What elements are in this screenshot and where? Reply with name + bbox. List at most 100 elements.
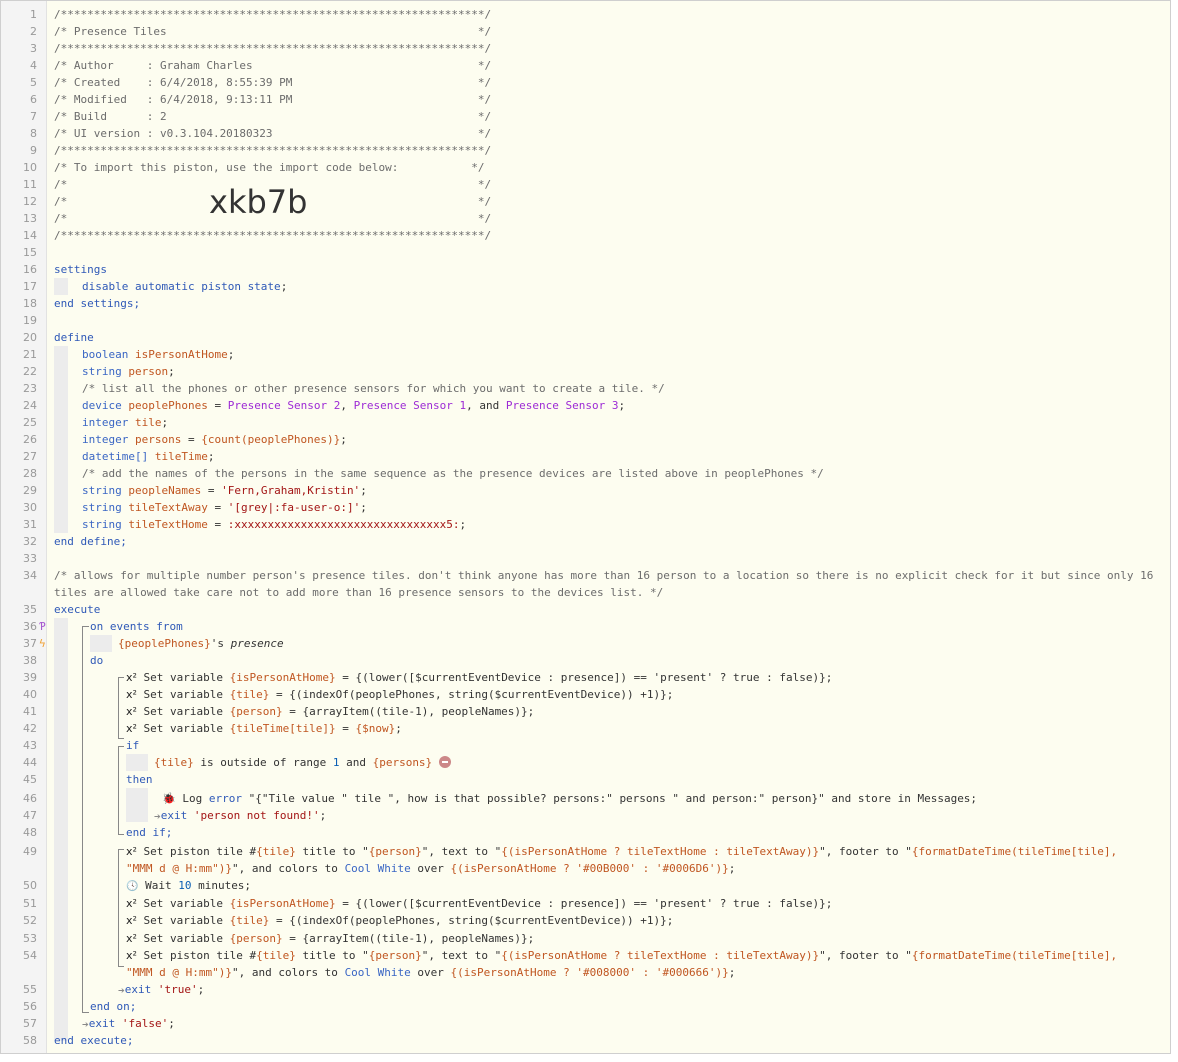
line-number: 55 [23,983,37,996]
line-number: 31 [23,518,37,531]
line-number: 49 [23,845,37,858]
line-number: 17 [23,280,37,293]
set-piston-tile-statement[interactable]: x² Set piston tile #{tile} title to "{pe… [126,947,1164,964]
import-code[interactable]: xkb7b [209,183,307,221]
line-number: 6 [30,93,37,106]
set-variable-statement[interactable]: x² Set variable {person} = {arrayItem((t… [126,930,1164,947]
line-number: 45 [23,773,37,786]
line-number: 19 [23,314,37,327]
clock-icon: 🕓 [126,881,139,892]
if-keyword[interactable]: if [126,737,1164,754]
remove-condition-icon[interactable] [438,756,451,768]
then-keyword: then [126,773,153,786]
exit-statement[interactable]: ➔exit 'true'; [118,981,1164,999]
line-number: 15 [23,246,37,259]
header-line: /* Build : 2 */ [54,110,492,123]
x2-icon: x² [126,671,137,684]
header-line: /* Modified : 6/4/2018, 9:13:11 PM */ [54,93,492,106]
line-number: 4 [30,59,37,72]
header-line: /* Created : 6/4/2018, 8:55:39 PM */ [54,76,492,89]
end-execute: end execute; [54,1034,134,1047]
line-number: 46 [23,792,37,805]
line-number: 30 [23,501,37,514]
header-line: /* To import this piston, use the import… [54,161,485,174]
line-number: 20 [23,331,37,344]
variable-declaration[interactable]: boolean isPersonAtHome; [82,346,1164,363]
end-settings: end settings; [54,297,141,310]
line-number: 36 [23,620,37,633]
trigger-condition[interactable]: {peoplePhones}'s presence [118,635,1164,652]
line-number: 35 [23,603,37,616]
set-piston-tile-statement[interactable]: x² Set piston tile #{tile} title to "{pe… [126,843,1164,860]
set-variable-statement[interactable]: x² Set variable {tile} = {(indexOf(peopl… [126,686,1164,703]
line-number: 1 [30,8,37,21]
lightning-bolt-icon: ϟ [39,637,46,650]
x2-icon: x² [126,914,137,927]
line-number: 22 [23,365,37,378]
x2-icon: x² [126,932,137,945]
line-number: 9 [30,144,37,157]
exit-arrow-icon: ➔ [154,812,161,821]
line-number: 5 [30,76,37,89]
log-statement[interactable]: 🐞 Log error "{"Tile value " tile ", how … [162,790,1164,807]
header-line: /* Author : Graham Charles */ [54,59,492,72]
line-number: 47 [23,809,37,822]
variable-declaration[interactable]: datetime[] tileTime; [82,448,1164,465]
set-variable-statement[interactable]: x² Set variable {isPersonAtHome} = {(low… [126,895,1164,912]
line-number: 32 [23,535,37,548]
if-condition[interactable]: {tile} is outside of range 1 and {person… [154,754,1164,771]
on-events-statement[interactable]: on events from [90,618,1164,635]
line-number: 33 [23,552,37,565]
header-line: /***************************************… [54,8,492,21]
execute-keyword: execute [54,603,101,616]
line-number: 41 [23,705,37,718]
line-number: 10 [23,161,37,174]
exit-arrow-icon: ➔ [82,1020,89,1029]
trigger-p-icon: Ƥ [39,620,46,633]
line-number: 51 [23,897,37,910]
line-number: 16 [23,263,37,276]
line-number: 39 [23,671,37,684]
line-number-gutter: Ƥ ϟ 1 2 3 4 5 6 7 8 9 10 11 12 13 14 15 16 17 18 19 20 21 22 2… [1,1,47,1053]
variable-declaration[interactable]: string person; [82,363,1164,380]
header-line: /***************************************… [54,42,492,55]
variable-declaration[interactable]: string peopleNames = 'Fern,Graham,Kristi… [82,482,1164,499]
line-number: 48 [23,826,37,839]
settings-line[interactable]: disable automatic piston state; [82,278,1164,295]
settings-keyword: settings [54,263,107,276]
x2-icon: x² [126,705,137,718]
line-number: 28 [23,467,37,480]
variable-declaration[interactable]: string tileTextHome = :xxxxxxxxxxxxxxxxx… [82,516,1164,533]
x2-icon: x² [126,845,137,858]
variable-declaration[interactable]: device peoplePhones = Presence Sensor 2,… [82,397,1164,414]
bug-icon: 🐞 [162,792,176,805]
variable-declaration[interactable]: integer tile; [82,414,1164,431]
line-number: 23 [23,382,37,395]
line-number: 38 [23,654,37,667]
define-keyword: define [54,331,94,344]
variable-declaration[interactable]: string tileTextAway = '[grey|:fa-user-o:… [82,499,1164,516]
line-number: 14 [23,229,37,242]
header-line: /* UI version : v0.3.104.20180323 */ [54,127,492,140]
x2-icon: x² [126,949,137,962]
wait-statement[interactable]: 🕓 Wait 10 minutes; [126,877,1164,895]
line-number: 7 [30,110,37,123]
line-number: 37 [23,637,37,650]
line-number: 58 [23,1034,37,1047]
line-number: 54 [23,949,37,962]
end-if: end if; [126,826,173,839]
line-number: 24 [23,399,37,412]
set-variable-statement[interactable]: x² Set variable {tile} = {(indexOf(peopl… [126,912,1164,929]
line-number: 52 [23,914,37,927]
set-variable-statement[interactable]: x² Set variable {person} = {arrayItem((t… [126,703,1164,720]
exit-statement[interactable]: ➔exit 'person not found!'; [154,807,1164,825]
line-number: 53 [23,932,37,945]
set-variable-statement[interactable]: x² Set variable {tileTime[tile]} = {$now… [126,720,1164,737]
x2-icon: x² [126,722,137,735]
set-variable-statement[interactable]: x² Set variable {isPersonAtHome} = {(low… [126,669,1164,686]
exit-statement[interactable]: ➔exit 'false'; [82,1015,1164,1033]
exit-arrow-icon: ➔ [118,986,125,995]
line-number: 2 [30,25,37,38]
line-number: 27 [23,450,37,463]
variable-declaration[interactable]: integer persons = {count(peoplePhones)}; [82,431,1164,448]
